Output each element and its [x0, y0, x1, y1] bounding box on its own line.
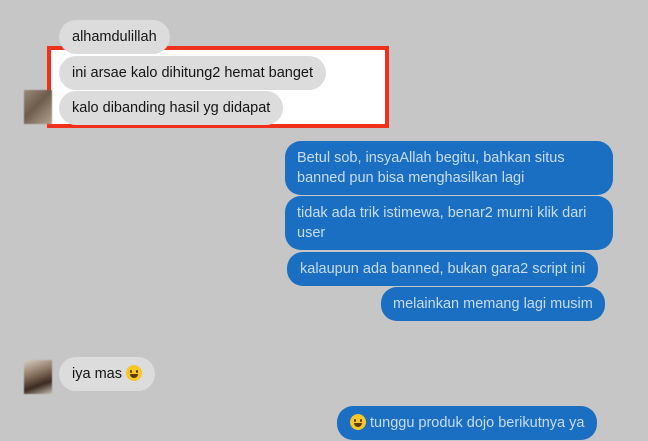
incoming-message[interactable]: iya mas	[59, 357, 155, 391]
outgoing-message[interactable]: kalaupun ada banned, bukan gara2 script …	[287, 252, 599, 286]
outgoing-message[interactable]: Betul sob, insyaAllah begitu, bahkan sit…	[285, 141, 613, 195]
outgoing-message[interactable]: melainkan memang lagi musim	[381, 287, 605, 321]
message-text: tunggu produk dojo berikutnya ya	[370, 415, 585, 431]
message-text: iya mas	[72, 366, 122, 382]
message-text: alhamdulillah	[72, 29, 157, 45]
message-text: tidak ada trik istimewa, benar2 murni kl…	[297, 205, 587, 241]
grinning-face-emoji-icon	[126, 365, 142, 381]
message-text: kalo dibanding hasil yg didapat	[72, 100, 271, 116]
message-text: kalaupun ada banned, bukan gara2 script …	[300, 261, 586, 277]
incoming-message[interactable]: kalo dibanding hasil yg didapat	[59, 91, 284, 125]
outgoing-message[interactable]: tidak ada trik istimewa, benar2 murni kl…	[285, 196, 613, 250]
message-text: ini arsae kalo dihitung2 hemat banget	[72, 65, 314, 81]
contact-avatar[interactable]	[24, 90, 52, 124]
smiling-face-with-sweat-emoji-icon	[350, 414, 366, 430]
incoming-message[interactable]: ini arsae kalo dihitung2 hemat banget	[59, 56, 327, 90]
incoming-message[interactable]: alhamdulillah	[59, 20, 170, 54]
message-text: Betul sob, insyaAllah begitu, bahkan sit…	[297, 150, 565, 186]
message-text: melainkan memang lagi musim	[393, 296, 593, 312]
outgoing-message[interactable]: tunggu produk dojo berikutnya ya	[337, 406, 598, 440]
contact-avatar[interactable]	[24, 360, 52, 394]
